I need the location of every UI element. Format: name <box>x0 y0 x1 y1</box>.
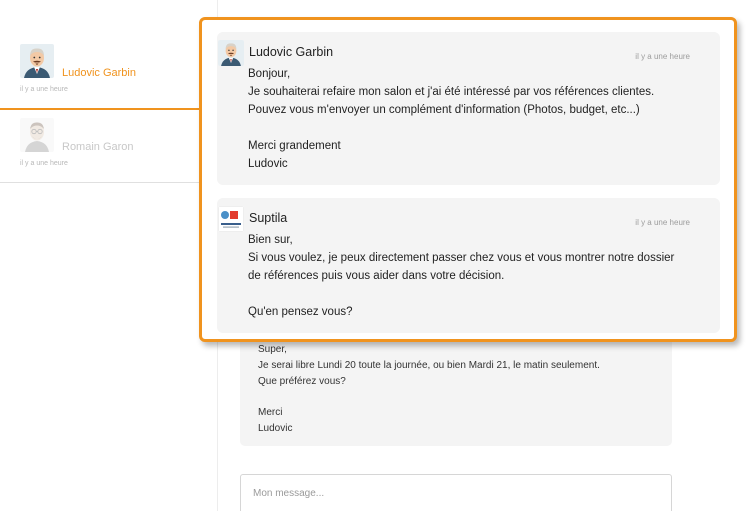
message-card: Suptila il y a une heure Bien sur, Si vo… <box>217 198 720 333</box>
conversation-name: Ludovic Garbin <box>62 67 136 79</box>
conversation-list: Ludovic Garbin il y a une heure Romain G… <box>0 0 218 511</box>
man-with-mustache-avatar-icon <box>20 44 54 78</box>
conversation-item-romain-garon[interactable]: Romain Garon il y a une heure <box>0 118 200 183</box>
message-time: il y a une heure <box>635 52 690 61</box>
message-author: Suptila <box>249 211 288 225</box>
conversation-item-ludovic-garbin[interactable]: Ludovic Garbin il y a une heure <box>0 44 200 110</box>
suptila-logo-icon <box>218 206 244 232</box>
message-text: Qu'en pensez vous? <box>248 306 353 318</box>
conversation-time: il y a une heure <box>20 160 68 167</box>
message-text: Merci <box>258 407 283 418</box>
conversation-time: il y a une heure <box>20 86 68 93</box>
message-text: Pouvez vous m'envoyer un complément d'in… <box>248 104 640 116</box>
message-text: Ludovic <box>258 423 293 434</box>
message-input[interactable] <box>241 475 671 511</box>
message-text: Je serai libre Lundi 20 toute la journée… <box>258 360 600 371</box>
message-text: Que préférez vous? <box>258 376 346 387</box>
message-text: Ludovic <box>248 158 288 170</box>
message-composer <box>240 474 672 511</box>
message-text: Super, <box>258 344 287 355</box>
message-text: Merci grandement <box>248 140 341 152</box>
conversation-name: Romain Garon <box>62 141 134 153</box>
message-author: Ludovic Garbin <box>249 45 334 59</box>
message-card: Ludovic Garbin il y a une heure Bonjour,… <box>217 32 720 185</box>
man-with-mustache-avatar-icon <box>218 40 244 66</box>
message-time: il y a une heure <box>635 218 690 227</box>
message-text: de références puis vous aider dans votre… <box>248 270 505 282</box>
message-text: Je souhaiterai refaire mon salon et j'ai… <box>248 86 655 98</box>
man-with-glasses-avatar-icon <box>20 118 54 152</box>
zoom-callout: Ludovic Garbin il y a une heure Bonjour,… <box>199 17 737 342</box>
message-text: Bien sur, <box>248 234 293 246</box>
message-text: Bonjour, <box>248 68 291 80</box>
message-text: Si vous voulez, je peux directement pass… <box>248 252 675 264</box>
